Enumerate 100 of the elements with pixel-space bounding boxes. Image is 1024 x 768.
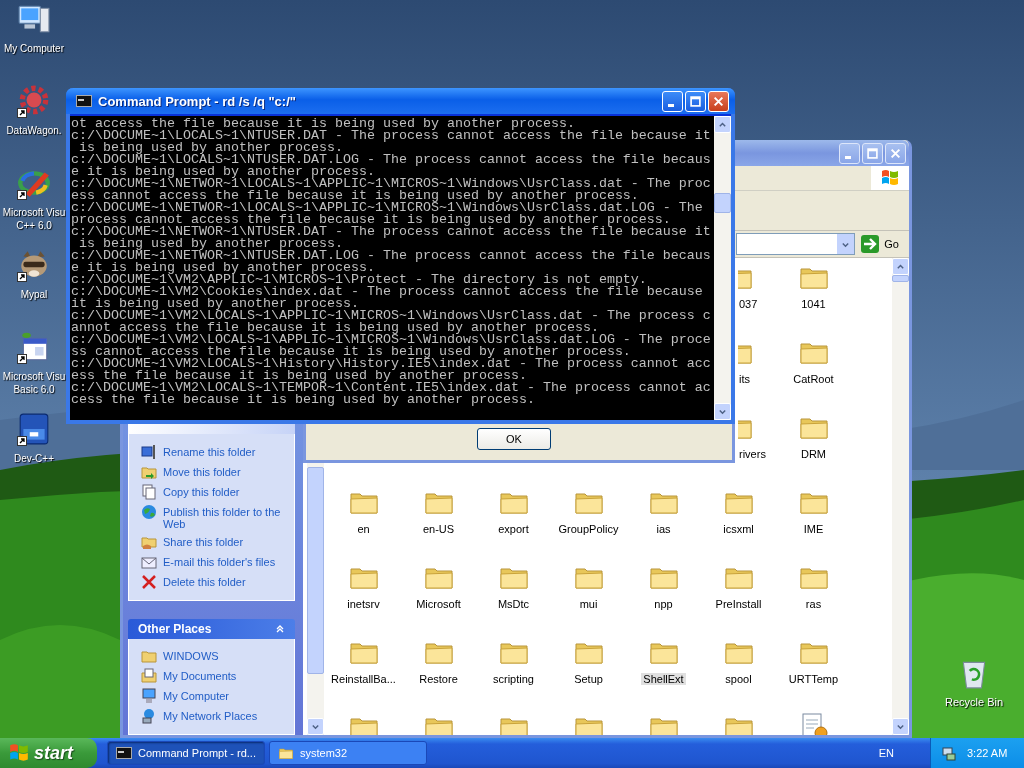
scrollbar[interactable] bbox=[892, 258, 909, 735]
folder-name[interactable]: URTTemp bbox=[786, 673, 841, 685]
folder-name[interactable]: ReinstallBa... bbox=[329, 673, 398, 685]
desktop-icon-label[interactable]: Microsoft Visu C++ 6.0 bbox=[2, 206, 66, 232]
taskbar-button[interactable]: system32 bbox=[269, 741, 427, 765]
minimize-button[interactable] bbox=[839, 142, 860, 164]
task-link[interactable]: Copy this folder bbox=[141, 483, 286, 500]
documents-icon[interactable] bbox=[141, 668, 157, 684]
folder-name[interactable]: PreInstall bbox=[713, 598, 764, 610]
place-link[interactable]: WINDOWS bbox=[141, 648, 286, 664]
computer-icon[interactable] bbox=[141, 688, 157, 704]
console-line: c:/\DOCUME~1\VM2\LOCALS~1\History\History.IE5\index.dat - The process cannot acc bbox=[71, 358, 712, 370]
chevron-up-icon[interactable] bbox=[718, 120, 727, 129]
console-line: c:/\DOCUME~1\NETWOR~1\LOCALS~1\APPLIC~1\MICROS~1\Windows\UsrClass.dat.LOG - The bbox=[71, 202, 704, 214]
pages-icon[interactable] bbox=[141, 483, 157, 500]
console-line: c:/\DOCUME~1\LOCALS~1\NTUSER.DAT - The process cannot access the file because it bbox=[71, 130, 712, 142]
console-line: c:/\DOCUME~1\NETWOR~1\NTUSER.DAT - The process cannot access the file because it bbox=[71, 226, 712, 238]
maximize-icon bbox=[690, 95, 701, 107]
arrow-right-icon bbox=[861, 235, 880, 253]
folder-name[interactable]: GroupPolicy bbox=[556, 523, 621, 535]
folder-name[interactable]: 037 bbox=[737, 298, 760, 310]
folder-name[interactable]: en bbox=[355, 523, 372, 535]
folder-name[interactable]: icsxml bbox=[721, 523, 756, 535]
window-title: Command Prompt - rd /s /q "c:/" bbox=[98, 93, 296, 109]
folder-name[interactable]: export bbox=[496, 523, 531, 535]
chevron-up-icon[interactable] bbox=[275, 623, 285, 634]
folder-name[interactable]: MsDtc bbox=[495, 598, 532, 610]
folder-icon bbox=[278, 745, 294, 761]
task-link[interactable]: E-mail this folder's files bbox=[141, 553, 286, 570]
flag-icon bbox=[8, 742, 30, 764]
console-line: ess cannot access the file because it is being used by another process. bbox=[71, 190, 639, 202]
task-link[interactable]: Publish this folder to the Web bbox=[141, 503, 286, 530]
close-button[interactable] bbox=[885, 142, 906, 164]
desktop-icon-label[interactable]: DataWagon. bbox=[6, 124, 62, 137]
folder-name[interactable]: mui bbox=[577, 598, 600, 610]
chevron-down-icon[interactable] bbox=[718, 407, 727, 416]
task-link[interactable]: Delete this folder bbox=[141, 573, 286, 590]
scrollbar[interactable] bbox=[714, 116, 731, 420]
place-link[interactable]: My Network Places bbox=[141, 708, 286, 724]
go-button[interactable]: Go bbox=[859, 233, 905, 255]
scroll-thumb[interactable] bbox=[307, 467, 324, 674]
network-icon[interactable] bbox=[141, 708, 157, 724]
dropdown-button[interactable] bbox=[836, 234, 855, 254]
desktop-icon-label[interactable]: Microsoft Visu Basic 6.0 bbox=[2, 370, 66, 396]
console-line: ss cannot access the file because it is being used by another process. bbox=[71, 346, 631, 358]
folder-name[interactable]: DRM bbox=[798, 448, 829, 460]
task-link[interactable]: Move this folder bbox=[141, 463, 286, 480]
address-field[interactable] bbox=[736, 233, 856, 255]
task-link[interactable]: Share this folder bbox=[141, 533, 286, 550]
console-line: annot access the file because it is being used by another process. bbox=[71, 322, 599, 334]
close-icon bbox=[890, 147, 901, 159]
desktop-icon-label[interactable]: Dev-C++ bbox=[14, 452, 54, 465]
panel-title: Other Places bbox=[138, 621, 212, 636]
flag-icon bbox=[879, 168, 901, 188]
folder-icon[interactable] bbox=[141, 648, 157, 664]
folder-name[interactable]: CatRoot bbox=[791, 373, 836, 385]
console-line: c:/\DOCUME~1\LOCALS~1\NTUSER.DAT.LOG - The process cannot access the file becaus bbox=[71, 154, 712, 166]
console-line: c:/\DOCUME~1\VM2\LOCALS~1\TEMPOR~1\Content.IE5\index.dat - The process cannot ac bbox=[71, 382, 712, 394]
desktop-icon-label[interactable]: Mypal bbox=[20, 288, 48, 301]
chevron-down-icon[interactable] bbox=[896, 722, 905, 731]
screen-icon[interactable] bbox=[141, 443, 157, 460]
folder-name[interactable]: en-US bbox=[420, 523, 457, 535]
dev-box-icon[interactable] bbox=[17, 412, 51, 446]
place-link[interactable]: My Computer bbox=[141, 688, 286, 704]
console-line: is being used by another process. bbox=[79, 142, 343, 154]
folder-name[interactable]: ias bbox=[654, 523, 673, 535]
folder-name[interactable]: npp bbox=[652, 598, 675, 610]
delete-icon[interactable] bbox=[141, 573, 157, 590]
console-line: is being used by another process. bbox=[79, 238, 343, 250]
task-link[interactable]: Rename this folder bbox=[141, 443, 286, 460]
globe-icon[interactable] bbox=[141, 503, 157, 520]
taskbar-button[interactable]: Command Prompt - rd... bbox=[107, 741, 265, 765]
scroll-thumb[interactable] bbox=[892, 275, 909, 282]
folder-name[interactable]: spool bbox=[723, 673, 754, 685]
desktop-icon-label[interactable]: My Computer bbox=[4, 42, 64, 55]
chevron-down-icon[interactable] bbox=[311, 722, 320, 731]
console-icon bbox=[76, 93, 92, 109]
maximize-button[interactable] bbox=[862, 142, 883, 164]
folder-name[interactable]: ras bbox=[803, 598, 824, 610]
folder-name[interactable]: Restore bbox=[417, 673, 460, 685]
start-button[interactable]: start bbox=[0, 738, 97, 768]
console-icon bbox=[116, 745, 132, 761]
folder-name[interactable]: IME bbox=[801, 523, 826, 535]
folder-name[interactable]: inetsrv bbox=[345, 598, 382, 610]
folder-name[interactable]: ShellExt bbox=[641, 673, 686, 685]
ok-button[interactable]: OK bbox=[477, 428, 551, 450]
network-tray-icon[interactable] bbox=[941, 745, 957, 761]
place-link[interactable]: My Documents bbox=[141, 668, 286, 684]
chevron-up-icon[interactable] bbox=[896, 262, 905, 271]
maximize-icon bbox=[867, 147, 878, 159]
folder-name[interactable]: scripting bbox=[491, 673, 536, 685]
folder-name[interactable]: 1041 bbox=[799, 298, 828, 310]
console-line: c:/\DOCUME~1\NETWOR~1\LOCALS~1\APPLIC~1\MICROS~1\Windows\UsrClass.dat - The proc bbox=[71, 178, 712, 190]
folder-name[interactable]: Microsoft bbox=[414, 598, 463, 610]
language-indicator[interactable]: EN bbox=[878, 747, 894, 759]
folder-name[interactable]: Setup bbox=[572, 673, 605, 685]
console-line: c:/\DOCUME~1\VM2\Cookies\index.dat - The process cannot access the file because bbox=[71, 286, 704, 298]
folder-name[interactable]: rivers bbox=[737, 448, 768, 460]
folder-name[interactable]: its bbox=[737, 373, 752, 385]
scroll-thumb[interactable] bbox=[714, 193, 731, 213]
